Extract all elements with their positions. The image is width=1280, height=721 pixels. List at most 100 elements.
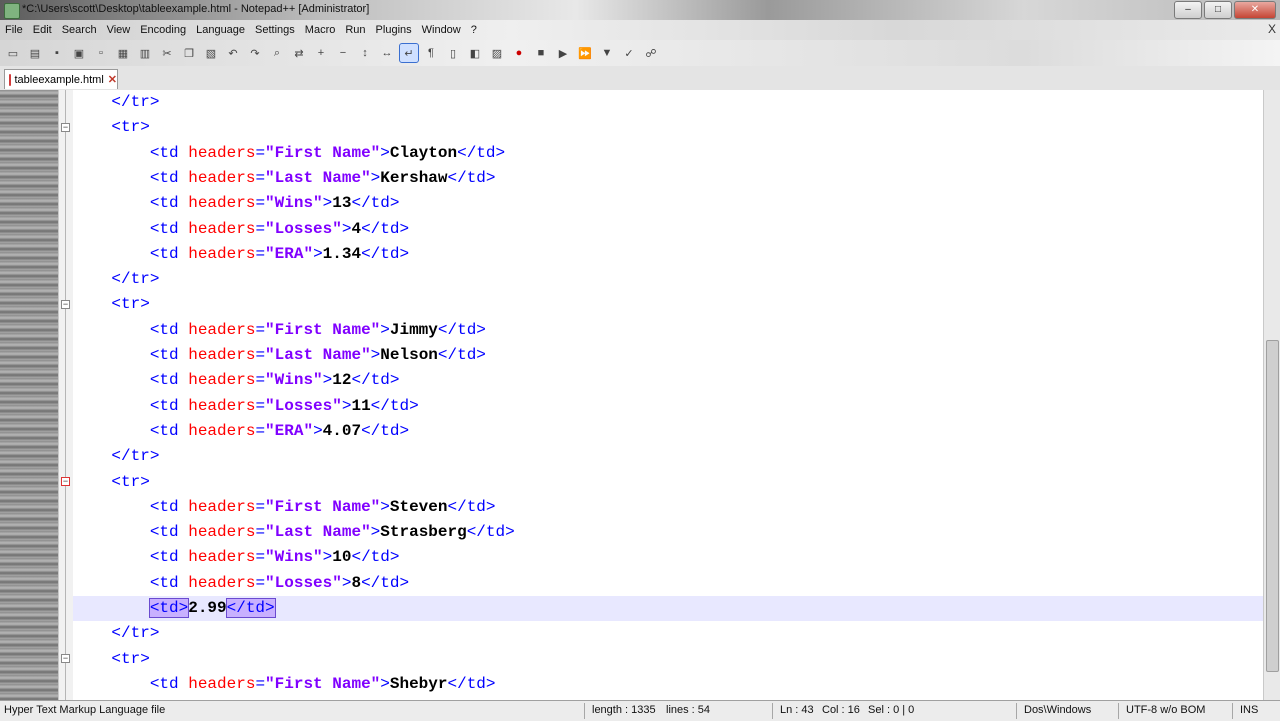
- tab-close-icon[interactable]: ✕: [108, 73, 117, 86]
- play-multi-icon[interactable]: ⏩: [576, 44, 594, 62]
- code-line[interactable]: <td headers="ERA">4.07</td>: [73, 419, 1264, 444]
- code-line[interactable]: <td headers="Wins">10</td>: [73, 545, 1264, 570]
- sync-v-icon[interactable]: ↕: [356, 44, 374, 62]
- code-token: "ERA": [265, 244, 314, 263]
- spell-icon[interactable]: ✓: [620, 44, 638, 62]
- menu-plugins[interactable]: Plugins: [371, 24, 417, 36]
- open-icon[interactable]: ▤: [26, 44, 44, 62]
- code-line[interactable]: <td>2.99</td>: [73, 596, 1264, 622]
- code-line[interactable]: </tr>: [73, 90, 1264, 115]
- notepadpp-app-icon: [4, 3, 20, 19]
- status-col: Col : 16: [822, 704, 860, 716]
- scrollbar-thumb[interactable]: [1266, 340, 1279, 672]
- code-line[interactable]: <td headers="Last Name">Kershaw</td>: [73, 166, 1264, 191]
- code-line[interactable]: <td headers="First Name">Jimmy</td>: [73, 318, 1264, 343]
- all-chars-icon[interactable]: ¶: [422, 44, 440, 62]
- code-line[interactable]: </tr>: [73, 444, 1264, 469]
- code-token: </td>: [457, 143, 506, 162]
- code-editor[interactable]: − − − − </tr> <tr> <td headers="First Na…: [0, 90, 1280, 700]
- code-line[interactable]: <td headers="First Name">Steven</td>: [73, 495, 1264, 520]
- code-line[interactable]: </tr>: [73, 621, 1264, 646]
- fold-toggle-icon[interactable]: −: [61, 654, 70, 663]
- replace-icon[interactable]: ⇄: [290, 44, 308, 62]
- maximize-button[interactable]: □: [1204, 1, 1232, 19]
- close-document-icon[interactable]: X: [1268, 22, 1276, 36]
- stop-icon[interactable]: ■: [532, 44, 550, 62]
- code-line[interactable]: <td headers="First Name">Clayton</td>: [73, 141, 1264, 166]
- fold-toggle-icon[interactable]: −: [61, 300, 70, 309]
- code-line[interactable]: </tr>: [73, 267, 1264, 292]
- menu-macro[interactable]: Macro: [300, 24, 341, 36]
- code-line[interactable]: <td headers="First Name">Shebyr</td>: [73, 672, 1264, 697]
- new-icon[interactable]: ▭: [4, 44, 22, 62]
- code-line[interactable]: <tr>: [73, 292, 1264, 317]
- play-icon[interactable]: ▶: [554, 44, 572, 62]
- find-icon[interactable]: ⌕: [268, 44, 286, 62]
- code-token: </td>: [351, 548, 400, 567]
- zoom-out-icon[interactable]: −: [334, 44, 352, 62]
- paste-icon[interactable]: ▧: [202, 44, 220, 62]
- close-all-icon[interactable]: ▦: [114, 44, 132, 62]
- wrap-icon[interactable]: ↵: [399, 43, 419, 63]
- code-line[interactable]: <td headers="Losses">4</td>: [73, 217, 1264, 242]
- undo-icon[interactable]: ↶: [224, 44, 242, 62]
- menu-encoding[interactable]: Encoding: [135, 24, 191, 36]
- status-mode: INS: [1240, 704, 1259, 716]
- close-icon[interactable]: ▫: [92, 44, 110, 62]
- zoom-in-icon[interactable]: +: [312, 44, 330, 62]
- vertical-scrollbar[interactable]: [1263, 90, 1280, 700]
- code-line[interactable]: <tr>: [73, 470, 1264, 495]
- menu-run[interactable]: Run: [340, 24, 370, 36]
- udl-icon[interactable]: ◧: [466, 44, 484, 62]
- save-all-icon[interactable]: ▣: [70, 44, 88, 62]
- cut-icon[interactable]: ✂: [158, 44, 176, 62]
- code-line[interactable]: <td headers="Last Name">Strasberg</td>: [73, 520, 1264, 545]
- code-line[interactable]: <td headers="Last Name">Nelson</td>: [73, 343, 1264, 368]
- status-separator: [1016, 703, 1017, 719]
- menu-language[interactable]: Language: [191, 24, 250, 36]
- record-icon[interactable]: ●: [510, 44, 528, 62]
- tab-tableexample[interactable]: tableexample.html ✕: [4, 69, 118, 89]
- menu-window[interactable]: Window: [417, 24, 466, 36]
- doc-map-icon[interactable]: ▨: [488, 44, 506, 62]
- menu-search[interactable]: Search: [57, 24, 102, 36]
- code-token: =: [255, 396, 266, 415]
- fold-toggle-icon[interactable]: −: [61, 123, 70, 132]
- code-token: </td>: [437, 346, 486, 364]
- fold-toggle-icon[interactable]: −: [61, 477, 70, 486]
- code-line[interactable]: <tr>: [73, 115, 1264, 140]
- code-token: >: [370, 168, 381, 187]
- code-token: Nelson: [380, 346, 438, 364]
- minimize-button[interactable]: –: [1174, 1, 1202, 19]
- code-line[interactable]: <td headers="Losses">8</td>: [73, 571, 1264, 596]
- code-line[interactable]: <td headers="Wins">13</td>: [73, 191, 1264, 216]
- menu-help[interactable]: ?: [466, 24, 482, 36]
- code-line[interactable]: <td headers="Losses">11</td>: [73, 394, 1264, 419]
- print-icon[interactable]: ▥: [136, 44, 154, 62]
- launch-icon[interactable]: ☍: [642, 44, 660, 62]
- code-token: headers: [188, 346, 256, 364]
- code-line[interactable]: <tr>: [73, 647, 1264, 672]
- save-macro-icon[interactable]: ▼: [598, 44, 616, 62]
- code-token: "Wins": [265, 194, 323, 213]
- window-controls: – □ ✕: [1174, 1, 1276, 19]
- code-token: Clayton: [389, 143, 458, 162]
- code-token: </td>: [361, 573, 410, 592]
- code-token: >: [370, 346, 381, 364]
- code-line[interactable]: <td headers="ERA">1.34</td>: [73, 242, 1264, 267]
- menu-edit[interactable]: Edit: [28, 24, 57, 36]
- menu-file[interactable]: File: [0, 24, 28, 36]
- copy-icon[interactable]: ❐: [180, 44, 198, 62]
- close-window-button[interactable]: ✕: [1234, 1, 1276, 19]
- menu-view[interactable]: View: [102, 24, 136, 36]
- save-icon[interactable]: ▪: [48, 44, 66, 62]
- sync-h-icon[interactable]: ↔: [378, 44, 396, 62]
- menu-settings[interactable]: Settings: [250, 24, 300, 36]
- indent-guide-icon[interactable]: ▯: [444, 44, 462, 62]
- code-line[interactable]: <td headers="Wins">12</td>: [73, 368, 1264, 393]
- redo-icon[interactable]: ↷: [246, 44, 264, 62]
- code-token: <td: [149, 219, 189, 238]
